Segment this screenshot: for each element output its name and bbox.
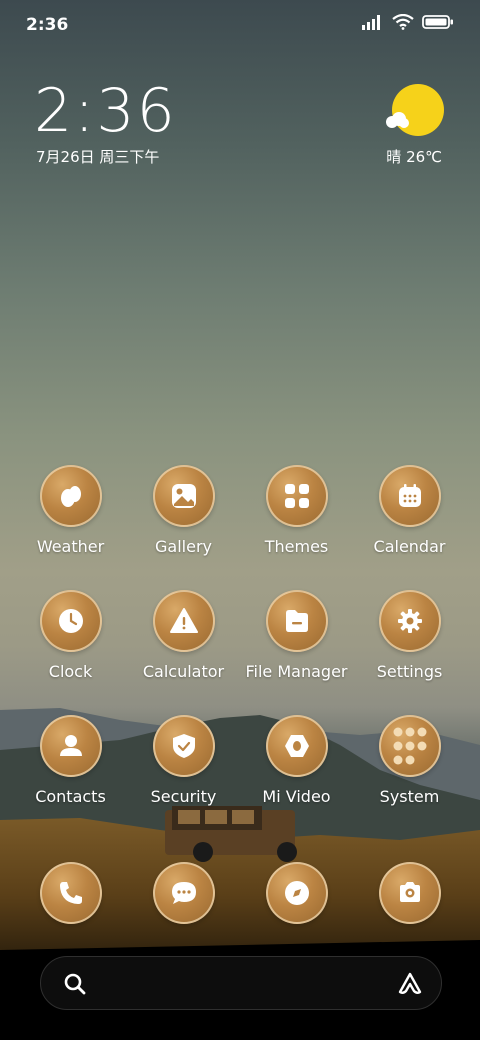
app-calculator[interactable]: Calculator <box>127 590 240 681</box>
app-label: Weather <box>36 537 105 556</box>
battery-icon <box>422 15 453 29</box>
dock-phone[interactable] <box>14 862 127 924</box>
clock-icon <box>39 590 102 652</box>
app-settings[interactable]: Settings <box>353 590 466 681</box>
clock-widget-time[interactable]: 2:36 <box>34 76 177 146</box>
status-icons <box>362 14 454 30</box>
app-themes[interactable]: Themes <box>240 465 353 556</box>
app-label: Calculator <box>142 662 225 681</box>
app-mi-video[interactable]: Mi Video <box>240 715 353 806</box>
signal-icon <box>362 15 380 30</box>
app-label: Clock <box>48 662 93 681</box>
dock-browser[interactable] <box>240 862 353 924</box>
app-calendar[interactable]: Calendar <box>353 465 466 556</box>
assistant-icon[interactable] <box>397 971 423 997</box>
settings-icon <box>378 590 441 652</box>
app-label: Settings <box>376 662 443 681</box>
status-bar: 2:36 <box>0 0 480 50</box>
app-label: Security <box>150 787 217 806</box>
sun-icon <box>392 84 444 136</box>
dock-camera[interactable] <box>353 862 466 924</box>
app-label: Mi Video <box>262 787 331 806</box>
themes-icon <box>265 465 328 527</box>
app-label: Contacts <box>35 787 106 806</box>
app-security[interactable]: Security <box>127 715 240 806</box>
app-label: Calendar <box>373 537 446 556</box>
app-label: File Manager <box>245 662 348 681</box>
app-clock[interactable]: Clock <box>14 590 127 681</box>
clock-widget-date: 7月26日 周三下午 <box>36 148 160 166</box>
vehicle-silhouette <box>165 806 297 862</box>
app-file-manager[interactable]: File Manager <box>240 590 353 681</box>
dock-messages[interactable] <box>127 862 240 924</box>
messages-icon <box>152 862 215 924</box>
app-label: Gallery <box>155 537 212 556</box>
security-icon <box>152 715 215 777</box>
gallery-icon <box>152 465 215 527</box>
browser-icon <box>265 862 328 924</box>
app-gallery[interactable]: Gallery <box>127 465 240 556</box>
calculator-icon <box>152 590 215 652</box>
app-label: Themes <box>264 537 329 556</box>
app-contacts[interactable]: Contacts <box>14 715 127 806</box>
camera-icon <box>378 862 441 924</box>
phone-icon <box>39 862 102 924</box>
mi-video-icon <box>265 715 328 777</box>
status-time: 2:36 <box>26 15 69 35</box>
app-weather[interactable]: Weather <box>14 465 127 556</box>
contacts-icon <box>39 715 102 777</box>
wifi-icon <box>392 14 414 30</box>
app-label: System <box>379 787 440 806</box>
app-system-folder[interactable]: System <box>353 715 466 806</box>
file-manager-icon <box>265 590 328 652</box>
weather-widget-text: 晴 26℃ <box>386 148 442 166</box>
cloud-icon <box>386 112 409 128</box>
folder-icon <box>378 715 441 777</box>
search-bar[interactable] <box>40 956 442 1010</box>
calendar-icon <box>378 465 441 527</box>
weather-icon <box>39 465 102 527</box>
search-icon <box>64 973 86 995</box>
